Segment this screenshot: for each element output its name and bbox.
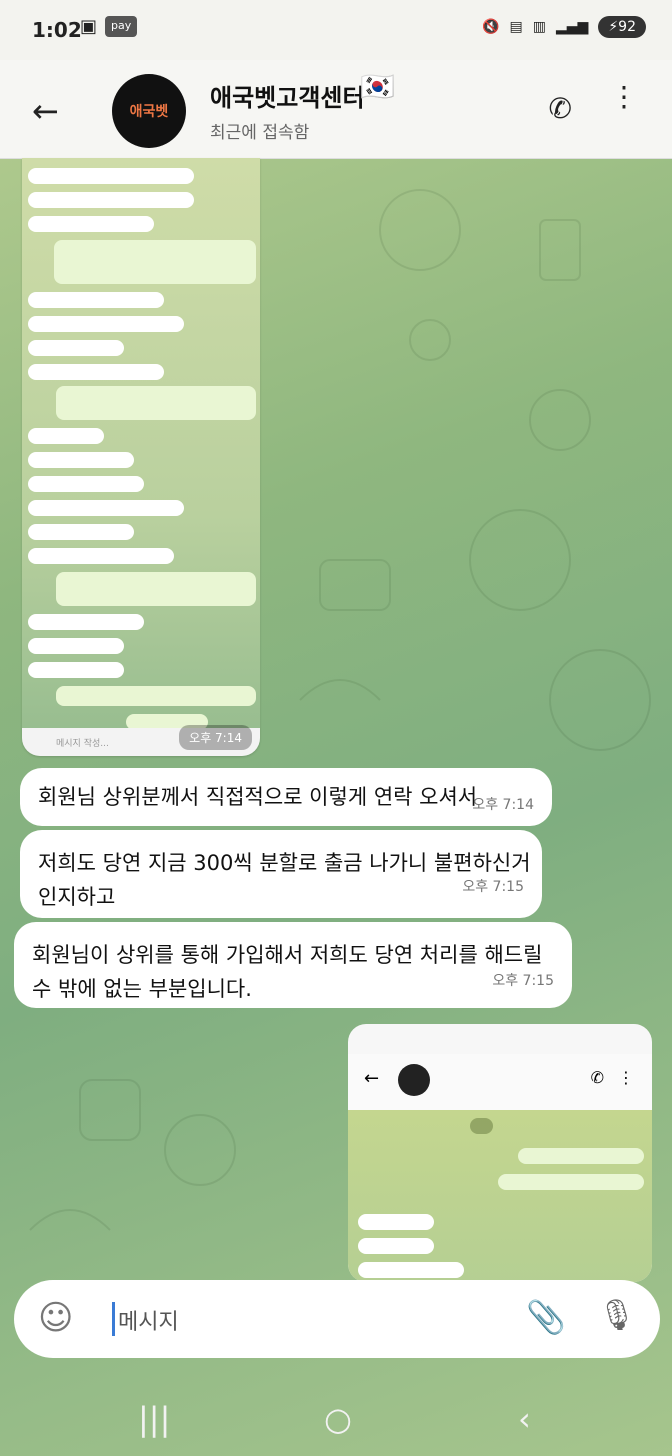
status-bar: 1:02 ▣ pay 🔇 ▤ ▥ ▂▄▆ ⚡92 xyxy=(0,0,672,60)
embedded-overlay-time: 오후 7:14 xyxy=(179,725,252,750)
mini-bubble xyxy=(28,452,134,468)
home-icon[interactable]: ○ xyxy=(324,1400,352,1438)
mini-bubble xyxy=(358,1262,464,1278)
phone-icon: ✆ xyxy=(590,1068,604,1087)
pay-icon: pay xyxy=(105,16,138,37)
status-right-icons: 🔇 ▤ ▥ ▂▄▆ ⚡92 xyxy=(482,16,646,38)
embedded-chat-screenshot[interactable]: 메시지 작성... 오후 7:14 xyxy=(22,158,260,756)
mini-bubble xyxy=(28,364,164,380)
recent-apps-icon[interactable]: ||| xyxy=(138,1400,170,1438)
mini-bubble xyxy=(28,192,194,208)
message-time: 오후 7:15 xyxy=(492,973,554,989)
mini-bubble xyxy=(28,476,144,492)
mini-bubble xyxy=(28,292,164,308)
microphone-icon[interactable]: 🎙 xyxy=(598,1298,636,1333)
mini-bubble xyxy=(28,548,174,564)
mini-bubble xyxy=(28,168,194,184)
message-time: 오후 7:14 xyxy=(472,797,534,813)
emoji-icon[interactable]: ☺ xyxy=(38,1298,73,1338)
hd-icon: ▤ xyxy=(509,19,523,35)
message-bubble[interactable]: 회원님이 상위를 통해 가입해서 저희도 당연 처리를 해드릴수 밖에 없는 부… xyxy=(14,922,572,1008)
mini-bubble xyxy=(28,316,184,332)
mute-icon: 🔇 xyxy=(482,19,500,35)
phone-icon[interactable]: ✆ xyxy=(549,92,572,125)
mini-bubble xyxy=(56,386,256,420)
signal-icon: ▂▄▆ xyxy=(556,19,589,35)
mini-bubble xyxy=(56,686,256,706)
more-options-icon[interactable]: ⋮ xyxy=(610,83,638,111)
message-time: 오후 7:15 xyxy=(462,879,524,895)
mini-bubble xyxy=(498,1174,644,1190)
battery-level: 92 xyxy=(618,19,636,35)
status-left-icons: ▣ pay xyxy=(80,16,138,37)
status-time: 1:02 xyxy=(32,18,82,42)
lte-icon: ▥ xyxy=(532,19,547,35)
screenshot-icon: ▣ xyxy=(80,16,98,37)
mini-bubble xyxy=(518,1148,644,1164)
flag-emoji-icon: 🇰🇷 xyxy=(360,70,395,103)
mini-bubble xyxy=(56,572,256,606)
embedded-status-bar xyxy=(348,1024,652,1054)
battery-indicator: ⚡92 xyxy=(598,16,646,38)
last-seen-status: 최근에 접속함 xyxy=(210,123,310,143)
mini-bubble xyxy=(28,524,134,540)
embedded-chat-screenshot-2[interactable]: ← ✆ ⋮ xyxy=(348,1024,652,1282)
mini-bubble xyxy=(358,1214,434,1230)
mini-bubble xyxy=(28,614,144,630)
mini-bubble xyxy=(28,340,124,356)
mini-bubble xyxy=(28,662,124,678)
message-bubble[interactable]: 회원님 상위분께서 직접적으로 이렇게 연락 오셔서 오후 7:14 xyxy=(20,768,552,826)
mini-bubble xyxy=(54,240,256,284)
avatar[interactable]: 애국벳 xyxy=(112,74,186,148)
mini-bubble xyxy=(28,500,184,516)
message-bubble[interactable]: 저희도 당연 지금 300씩 분할로 출금 나가니 불편하신거 인지하고 오후 … xyxy=(20,830,542,918)
mini-bubble xyxy=(28,216,154,232)
back-arrow-icon: ← xyxy=(364,1068,380,1089)
mini-bubble xyxy=(28,638,124,654)
embedded-chat-body xyxy=(348,1110,652,1282)
message-input[interactable]: 메시지 xyxy=(118,1304,179,1336)
message-input-bar: ☺ 메시지 📎 🎙 xyxy=(14,1280,660,1358)
chat-header: ← 애국벳 애국벳고객센터 🇰🇷 최근에 접속함 ✆ ⋮ xyxy=(0,60,672,159)
text-cursor xyxy=(112,1302,115,1336)
more-options-icon: ⋮ xyxy=(618,1068,634,1087)
embedded-header: ← ✆ ⋮ xyxy=(348,1054,652,1111)
back-nav-icon[interactable]: ‹ xyxy=(518,1400,531,1438)
embedded-date-badge xyxy=(470,1118,493,1134)
system-navigation-bar: ||| ○ ‹ xyxy=(0,1380,672,1456)
avatar-logo-text: 애국벳 xyxy=(129,104,169,120)
avatar xyxy=(398,1064,430,1096)
chat-title[interactable]: 애국벳고객센터 xyxy=(210,78,365,113)
message-text: 회원님 상위분께서 직접적으로 이렇게 연락 오셔서 xyxy=(38,785,478,809)
attachment-icon[interactable]: 📎 xyxy=(526,1298,566,1336)
mini-bubble xyxy=(358,1238,434,1254)
back-arrow-icon[interactable]: ← xyxy=(32,92,59,130)
mini-bubble xyxy=(28,428,104,444)
message-text: 회원님이 상위를 통해 가입해서 저희도 당연 처리를 해드릴수 밖에 없는 부… xyxy=(32,943,543,1001)
